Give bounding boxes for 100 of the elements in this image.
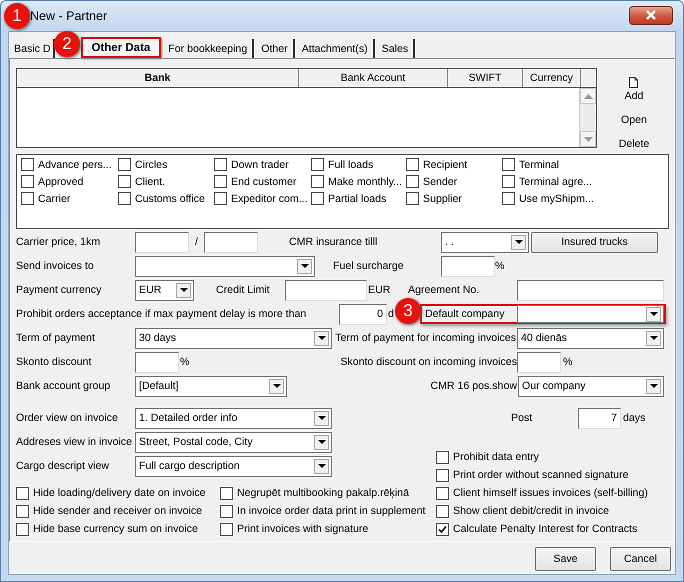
input-field[interactable]	[204, 232, 258, 252]
document-icon	[629, 77, 638, 88]
checkbox[interactable]	[16, 486, 29, 500]
field-label: Cargo descript view	[16, 460, 110, 472]
input-field[interactable]	[135, 352, 179, 372]
dropdown-arrow-icon	[272, 384, 280, 388]
field-label: CMR insurance tilll	[289, 236, 378, 248]
field-label: Bank account group	[16, 380, 112, 392]
checkbox[interactable]	[436, 522, 449, 536]
dropdown-field[interactable]	[517, 305, 664, 323]
checkbox-label: Carrier	[38, 192, 70, 204]
checkbox[interactable]	[214, 158, 227, 171]
field-label: Term of payment for incoming invoices	[334, 332, 516, 344]
input-field[interactable]: 0	[339, 304, 387, 324]
close-icon	[645, 10, 657, 20]
toolbar-button[interactable]: Add	[624, 68, 644, 102]
checkbox-label: Calculate Penalty Interest for Contracts	[453, 523, 638, 535]
input-field[interactable]	[285, 280, 367, 300]
checkbox[interactable]	[21, 175, 34, 188]
dropdown-field[interactable]: 40 dienās	[517, 328, 664, 348]
checkbox[interactable]	[220, 522, 233, 536]
column-header: Bank Account	[299, 69, 448, 87]
dropdown-field[interactable]: [Default]	[135, 376, 287, 396]
dialog-button[interactable]: Save	[535, 547, 596, 571]
toolbar-button[interactable]: Delete	[618, 126, 650, 150]
checkbox-label: Show client debit/credit in invoice	[453, 505, 610, 517]
checkbox-label: Sender	[423, 176, 458, 188]
checkbox-label: Print order without scanned signature	[453, 469, 628, 481]
dropdown-arrow-icon	[514, 240, 522, 244]
input-field[interactable]	[517, 280, 664, 300]
checkbox[interactable]	[16, 504, 29, 518]
checkbox-label: Advance pers...	[38, 158, 112, 170]
checkbox[interactable]	[502, 175, 515, 188]
checkbox[interactable]	[436, 504, 449, 518]
field-label: Post	[511, 412, 534, 424]
checkbox-label: Supplier	[423, 192, 462, 204]
checkbox-label: Terminal	[519, 158, 560, 170]
tab[interactable]: Other Data	[80, 37, 162, 58]
checkbox[interactable]	[220, 504, 233, 518]
checkbox[interactable]	[502, 158, 515, 171]
checkbox[interactable]	[118, 158, 131, 171]
input-field[interactable]	[135, 232, 189, 252]
field-label: Skonto discount on incoming invoices	[339, 356, 517, 368]
field-label: CMR 16 pos.show	[429, 380, 517, 392]
unit-label: d	[388, 308, 394, 320]
insured-trucks-button[interactable]: Insured trucks	[531, 232, 658, 252]
unit-label: %	[563, 356, 572, 368]
unit-label: days	[623, 412, 646, 424]
checkbox[interactable]	[406, 175, 419, 188]
checkbox[interactable]	[436, 450, 449, 464]
checkbox[interactable]	[502, 192, 515, 205]
checkbox[interactable]	[214, 175, 227, 188]
dropdown-field[interactable]: 30 days	[135, 328, 332, 348]
dropdown-arrow-icon	[180, 288, 188, 292]
checkbox[interactable]	[220, 486, 233, 500]
checkbox[interactable]	[16, 522, 29, 536]
close-button[interactable]	[629, 6, 673, 24]
tab[interactable]: Basic D	[12, 39, 54, 58]
scroll-up-icon[interactable]	[580, 88, 596, 104]
checkbox-label: Recipient	[423, 158, 468, 170]
checkbox-label: Partial loads	[328, 192, 386, 204]
checkbox-label: Down trader	[231, 158, 289, 170]
dropdown-field[interactable]: Our company	[518, 376, 664, 396]
column-header: Bank	[17, 69, 299, 87]
checkbox-label: Customs office	[135, 192, 205, 204]
dialog-button[interactable]: Cancel	[610, 547, 671, 571]
checkbox-label: Make monthly...	[328, 176, 402, 188]
window-title: New - Partner	[30, 9, 108, 23]
checkbox[interactable]	[311, 158, 324, 171]
checkbox[interactable]	[118, 192, 131, 205]
checkbox[interactable]	[311, 175, 324, 188]
checkbox-label: Hide base currency sum on invoice	[33, 523, 198, 535]
input-field[interactable]	[517, 352, 561, 372]
checkbox[interactable]	[21, 192, 34, 205]
field-label: Default company	[425, 308, 506, 320]
checkbox[interactable]	[436, 468, 449, 482]
checkbox[interactable]	[406, 192, 419, 205]
checkbox[interactable]	[214, 192, 227, 205]
checkbox-label: In invoice order data print in supplement	[237, 505, 426, 517]
dropdown-arrow-icon	[300, 264, 308, 268]
checkbox[interactable]	[118, 175, 131, 188]
input-field[interactable]	[441, 256, 495, 276]
dropdown-field[interactable]: Street, Postal code, City	[135, 432, 332, 452]
dropdown-field[interactable]: . .	[441, 232, 529, 252]
dropdown-arrow-icon	[318, 440, 326, 444]
checkbox[interactable]	[436, 486, 449, 500]
unit-label: EUR	[368, 284, 390, 296]
toolbar-button[interactable]: Open	[621, 102, 647, 126]
dropdown-field[interactable]: 1. Detailed order info	[135, 408, 332, 428]
field-label: Carrier price, 1km	[16, 236, 102, 248]
scroll-down-icon[interactable]	[580, 131, 596, 147]
dropdown-field[interactable]	[135, 256, 315, 276]
input-field[interactable]: 7	[578, 408, 621, 428]
checkbox[interactable]	[406, 158, 419, 171]
dropdown-field[interactable]: Full cargo description	[135, 456, 332, 476]
checkbox-label: Hide loading/delivery date on invoice	[33, 487, 206, 499]
checkbox[interactable]	[311, 192, 324, 205]
checkbox-label: Client himself issues invoices (self-billing)	[453, 487, 648, 499]
checkbox[interactable]	[21, 158, 34, 171]
dropdown-field[interactable]: EUR	[135, 280, 194, 300]
